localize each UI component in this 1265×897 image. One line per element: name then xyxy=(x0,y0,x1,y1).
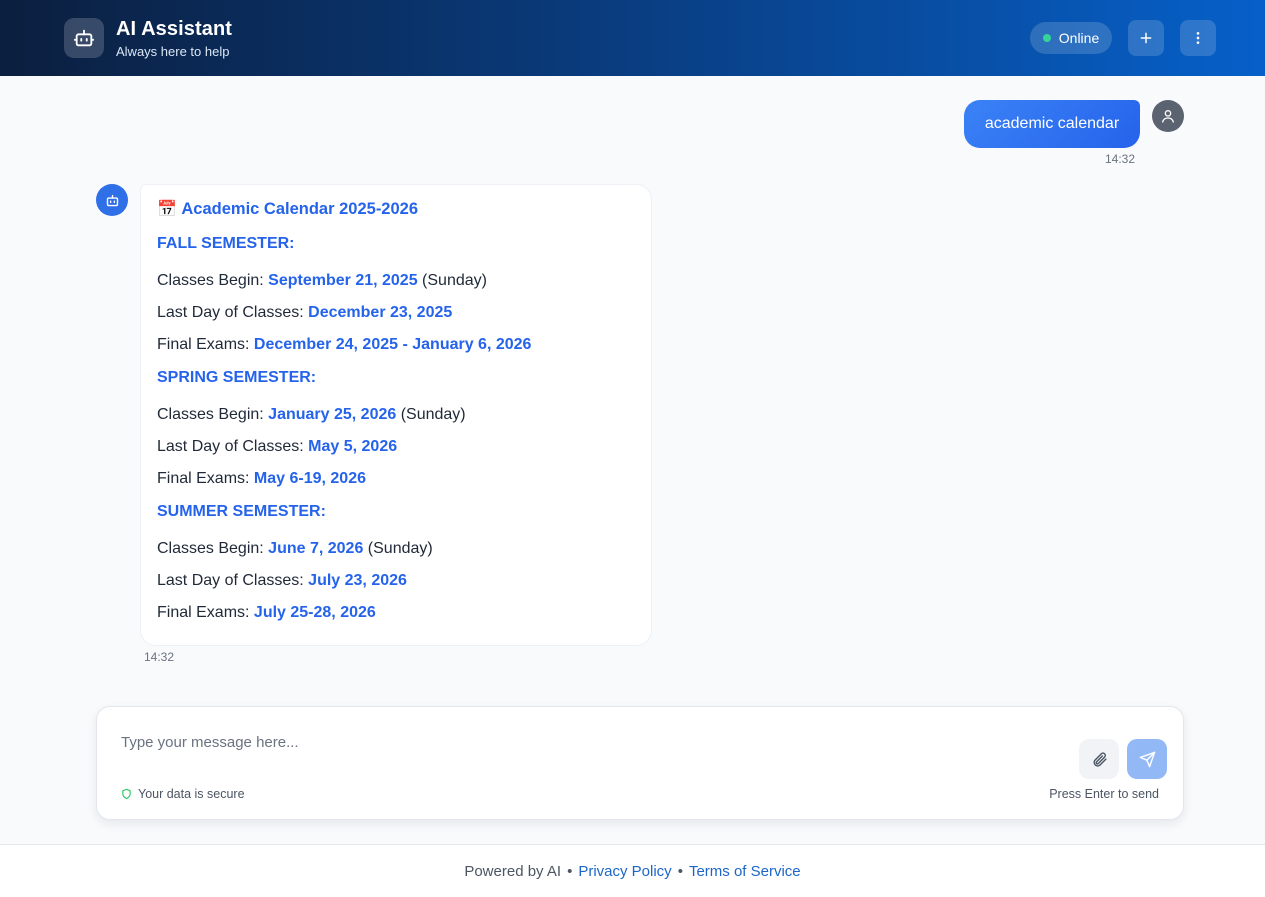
shield-icon xyxy=(122,788,131,800)
list-item: Final Exams: May 6-19, 2026 xyxy=(157,470,366,487)
terms-of-service-link[interactable]: Terms of Service xyxy=(689,863,801,880)
status-dot xyxy=(1042,34,1051,42)
send-button[interactable] xyxy=(1127,739,1167,779)
status-label: Online xyxy=(1058,30,1100,46)
attach-button[interactable] xyxy=(1079,739,1119,779)
page-footer: Powered by AI • Privacy Policy • Terms o… xyxy=(0,844,1265,897)
list-item: Final Exams: July 25-28, 2026 xyxy=(157,604,376,621)
secure-note: Your data is secure xyxy=(121,787,245,801)
section-heading-spring: SPRING SEMESTER: xyxy=(157,369,317,386)
send-icon xyxy=(1139,751,1155,767)
message-input[interactable] xyxy=(121,731,1021,753)
list-item: Final Exams: December 24, 2025 - January… xyxy=(157,336,532,353)
footer-separator: • xyxy=(567,862,573,880)
new-chat-button[interactable] xyxy=(1128,20,1164,56)
list-item: Classes Begin: January 25, 2026 (Sunday) xyxy=(157,406,466,423)
app-subtitle: Always here to help xyxy=(116,44,230,59)
message-composer: Your data is secure Press Enter to send xyxy=(96,706,1184,820)
status-badge: Online xyxy=(1030,22,1112,54)
list-item: Last Day of Classes: December 23, 2025 xyxy=(157,304,453,321)
user-message-text: academic calendar xyxy=(984,115,1120,132)
privacy-policy-link[interactable]: Privacy Policy xyxy=(578,863,671,880)
robot-icon xyxy=(64,18,104,58)
list-item: Classes Begin: June 7, 2026 (Sunday) xyxy=(157,540,433,557)
list-item: Last Day of Classes: May 5, 2026 xyxy=(157,438,398,455)
send-hint: Press Enter to send xyxy=(1049,787,1159,801)
bot-message-time: 14:32 xyxy=(144,650,175,664)
plus-icon xyxy=(1140,32,1152,44)
more-vertical-icon xyxy=(1196,32,1200,44)
section-heading-fall: FALL SEMESTER: xyxy=(157,235,295,252)
user-message-bubble: academic calendar xyxy=(964,100,1140,148)
user-icon xyxy=(1162,110,1174,123)
list-item: Last Day of Classes: July 23, 2026 xyxy=(157,572,407,589)
user-message-time: 14:32 xyxy=(1105,152,1136,166)
list-item: Classes Begin: September 21, 2025 (Sunda… xyxy=(157,272,487,289)
bot-message-bubble: 📅 Academic Calendar 2025-2026 FALL SEMES… xyxy=(140,184,652,646)
section-heading-summer: SUMMER SEMESTER: xyxy=(157,503,326,520)
secure-text: Your data is secure xyxy=(138,787,245,801)
powered-by-text: Powered by AI xyxy=(464,862,562,880)
app-header: AI Assistant Always here to help Online xyxy=(0,0,1265,76)
paperclip-icon xyxy=(1093,752,1107,767)
app-title: AI Assistant xyxy=(116,18,233,40)
bot-avatar xyxy=(96,184,128,216)
user-avatar xyxy=(1152,100,1184,132)
more-options-button[interactable] xyxy=(1180,20,1216,56)
robot-icon xyxy=(106,194,118,206)
calendar-title: 📅 Academic Calendar 2025-2026 xyxy=(157,199,418,219)
calendar-icon: 📅 xyxy=(157,201,177,218)
calendar-title-text: Academic Calendar 2025-2026 xyxy=(181,200,419,218)
footer-separator: • xyxy=(677,862,683,880)
